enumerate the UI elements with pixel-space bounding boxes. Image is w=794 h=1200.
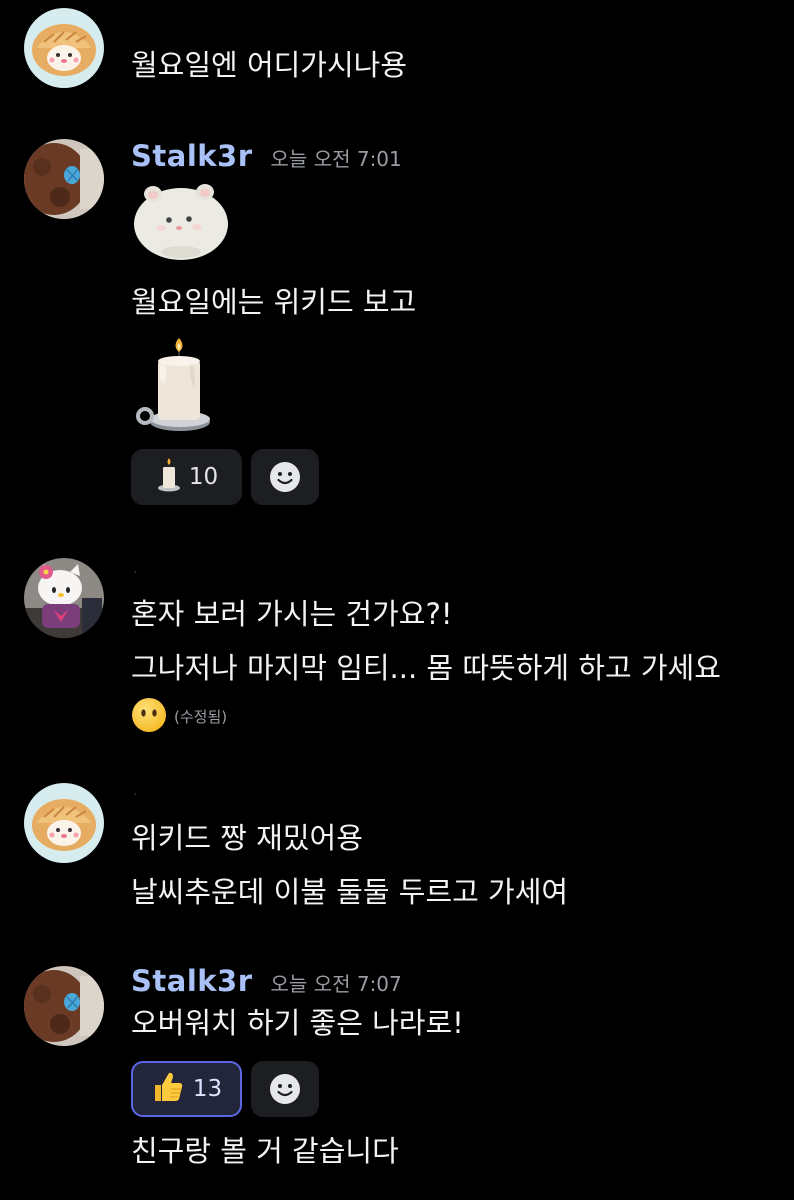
message-text: 오버워치 하기 좋은 나라로! — [131, 1006, 464, 1040]
username-stub: · — [134, 790, 137, 799]
message-text: 위키드 짱 재밌어용 — [131, 821, 363, 855]
candle-emoji — [134, 336, 214, 436]
timestamp: 오늘 오전 7:01 — [270, 147, 402, 171]
add-reaction-button[interactable] — [251, 449, 319, 505]
white-hamster-sticker — [131, 178, 231, 262]
hamster-bread-avatar — [24, 783, 104, 863]
timestamp: 오늘 오전 7:07 — [270, 972, 402, 996]
reaction-button[interactable]: 10 — [131, 449, 242, 505]
plush-toy-avatar — [24, 139, 104, 219]
user-avatar[interactable] — [24, 139, 104, 219]
message-text: 월요일엔 어디가시나용 — [131, 48, 408, 82]
smiley-add-reaction-icon — [270, 462, 300, 492]
no-mouth-face-emoji — [131, 697, 167, 733]
reaction-button[interactable]: 13 — [131, 1061, 242, 1117]
hello-kitty-avatar — [24, 558, 104, 638]
message-text: 월요일에는 위키드 보고 — [131, 285, 417, 319]
edited-label: (수정됨) — [174, 708, 228, 726]
username[interactable]: Stalk3r — [131, 964, 253, 998]
add-reaction-button[interactable] — [251, 1061, 319, 1117]
candle-emoji — [155, 458, 181, 496]
plush-toy-avatar — [24, 966, 104, 1046]
username-stub: · — [134, 568, 137, 577]
thumbs-up-emoji — [151, 1070, 185, 1108]
username[interactable]: Stalk3r — [131, 139, 253, 173]
user-avatar[interactable] — [24, 558, 104, 638]
hamster-bread-avatar — [24, 8, 104, 88]
user-avatar[interactable] — [24, 8, 104, 88]
message-text: 날씨추운데 이불 둘둘 두르고 가세여 — [131, 875, 569, 909]
reaction-count: 13 — [192, 1076, 223, 1102]
user-avatar[interactable] — [24, 783, 104, 863]
smiley-add-reaction-icon — [270, 1074, 300, 1104]
message-text: 친구랑 볼 거 같습니다 — [131, 1134, 399, 1168]
reaction-count: 10 — [188, 464, 219, 490]
user-avatar[interactable] — [24, 966, 104, 1046]
message-text: 그나저나 마지막 임티... 몸 따뜻하게 하고 가세요 — [131, 651, 721, 685]
message-text: 혼자 보러 가시는 건가요?! — [131, 597, 453, 631]
